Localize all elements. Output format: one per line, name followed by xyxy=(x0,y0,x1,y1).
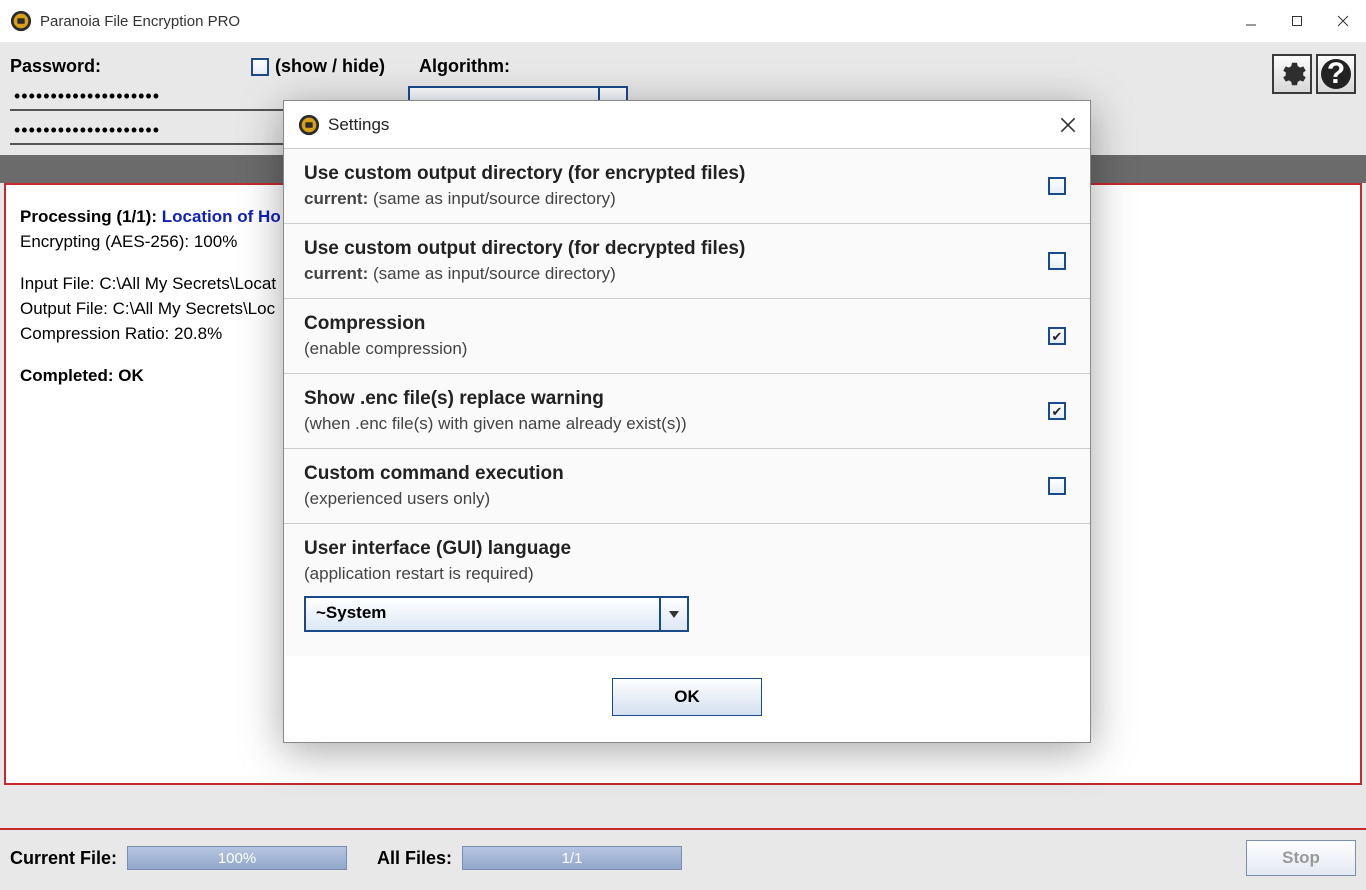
option-row[interactable]: Use custom output directory (for decrypt… xyxy=(284,224,1090,299)
option-row[interactable]: Use custom output directory (for encrypt… xyxy=(284,149,1090,224)
stop-button[interactable]: Stop xyxy=(1246,840,1356,876)
option-checkbox[interactable] xyxy=(1048,477,1066,495)
option-title: Show .enc file(s) replace warning xyxy=(304,388,1070,410)
status-bar: Current File: 100% All Files: 1/1 Stop xyxy=(0,828,1366,890)
option-title: Custom command execution xyxy=(304,463,1070,485)
option-checkbox[interactable] xyxy=(1048,252,1066,270)
dialog-close-button[interactable] xyxy=(1060,117,1076,133)
all-files-progress: 1/1 xyxy=(462,846,682,870)
show-hide-checkbox[interactable] xyxy=(251,58,269,76)
processing-label: Processing (1/1): xyxy=(20,207,162,226)
titlebar: Paranoia File Encryption PRO xyxy=(0,0,1366,42)
maximize-button[interactable] xyxy=(1274,0,1320,42)
gear-icon xyxy=(1277,59,1307,89)
ok-button[interactable]: OK xyxy=(612,678,762,716)
language-combo[interactable]: ~System xyxy=(304,596,689,632)
option-language-title: User interface (GUI) language xyxy=(304,538,1070,560)
dialog-app-icon xyxy=(298,114,320,136)
algorithm-label: Algorithm: xyxy=(419,56,510,77)
option-language: User interface (GUI) language (applicati… xyxy=(284,524,1090,656)
help-icon: ? xyxy=(1321,59,1351,89)
settings-dialog: Settings Use custom output directory (fo… xyxy=(283,100,1091,743)
settings-button[interactable] xyxy=(1272,54,1312,94)
option-row[interactable]: Compression (enable compression) xyxy=(284,299,1090,374)
option-title: Use custom output directory (for decrypt… xyxy=(304,238,1070,260)
option-checkbox[interactable] xyxy=(1048,402,1066,420)
option-title: Compression xyxy=(304,313,1070,335)
option-checkbox[interactable] xyxy=(1048,177,1066,195)
option-subtitle: current: (same as input/source directory… xyxy=(304,189,1070,209)
current-file-progress: 100% xyxy=(127,846,347,870)
current-file-label: Current File: xyxy=(10,848,117,869)
option-subtitle: (enable compression) xyxy=(304,339,1070,359)
option-checkbox[interactable] xyxy=(1048,327,1066,345)
option-subtitle: current: (same as input/source directory… xyxy=(304,264,1070,284)
dialog-titlebar: Settings xyxy=(284,101,1090,149)
app-icon xyxy=(10,10,32,32)
option-title: Use custom output directory (for encrypt… xyxy=(304,163,1070,185)
option-row[interactable]: Custom command execution (experienced use… xyxy=(284,449,1090,524)
minimize-button[interactable] xyxy=(1228,0,1274,42)
language-combo-value: ~System xyxy=(316,603,386,622)
option-subtitle: (experienced users only) xyxy=(304,489,1070,509)
help-button[interactable]: ? xyxy=(1316,54,1356,94)
dialog-title: Settings xyxy=(328,115,389,135)
close-button[interactable] xyxy=(1320,0,1366,42)
app-title: Paranoia File Encryption PRO xyxy=(40,13,240,30)
all-files-label: All Files: xyxy=(377,848,452,869)
option-row[interactable]: Show .enc file(s) replace warning (when .… xyxy=(284,374,1090,449)
option-subtitle: (when .enc file(s) with given name alrea… xyxy=(304,414,1070,434)
processing-file-link[interactable]: Location of Ho xyxy=(162,207,281,226)
option-language-sub: (application restart is required) xyxy=(304,564,1070,584)
password-label: Password: xyxy=(10,56,101,77)
show-hide-label: (show / hide) xyxy=(275,56,385,77)
